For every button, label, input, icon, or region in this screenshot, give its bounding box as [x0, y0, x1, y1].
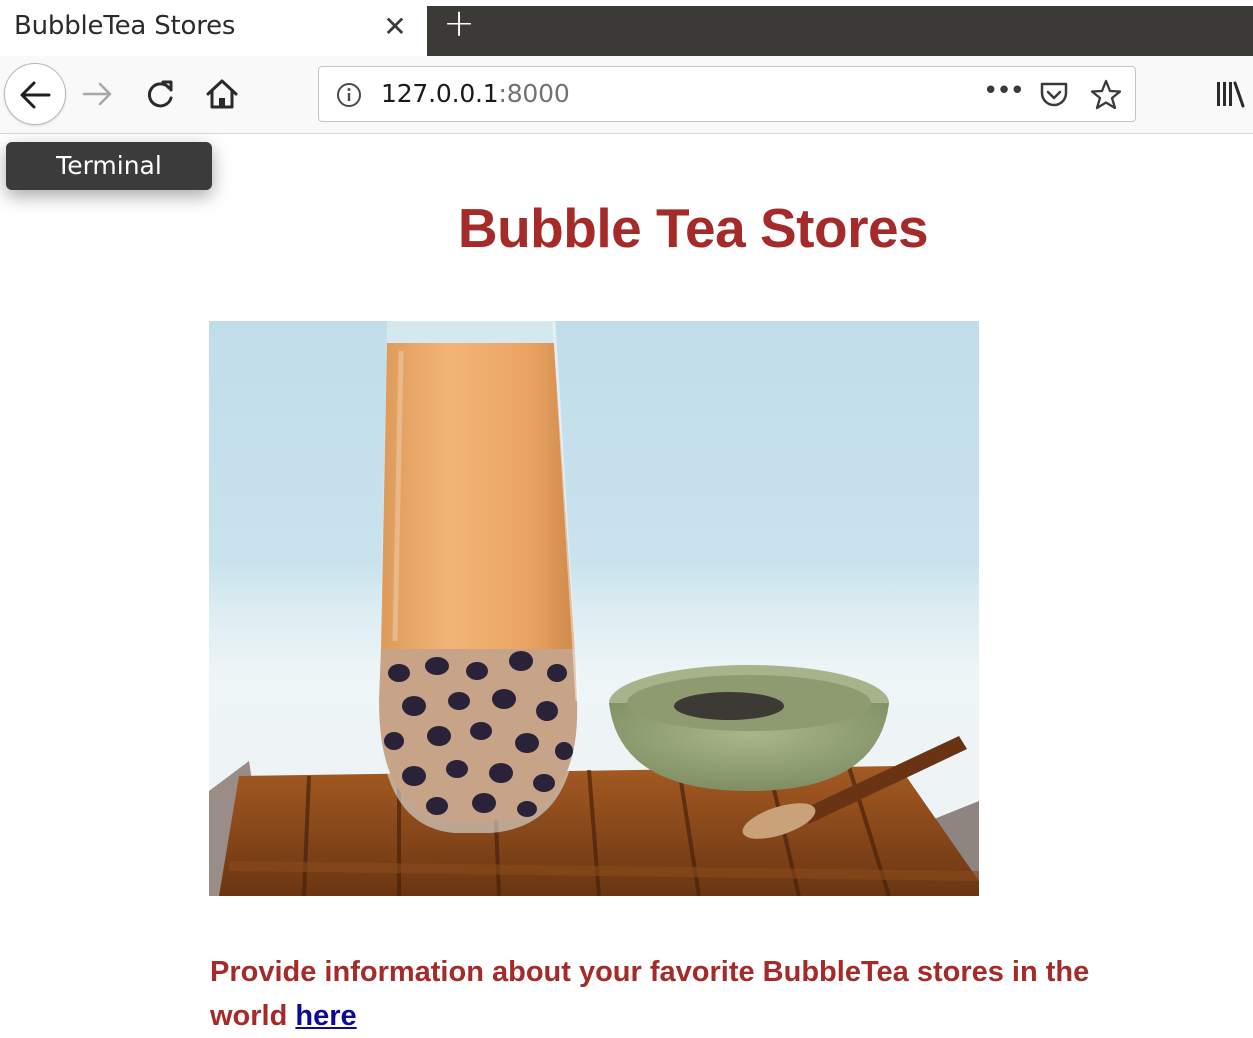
reload-button[interactable]: [142, 76, 178, 112]
navigation-toolbar: 127.0.0.1:8000 •••: [0, 56, 1253, 134]
page-title: Bubble Tea Stores: [457, 197, 929, 259]
reload-icon: [147, 80, 173, 108]
home-icon: [206, 79, 238, 109]
url-bar[interactable]: 127.0.0.1:8000 •••: [318, 66, 1136, 122]
url-port: :8000: [498, 79, 570, 108]
terminal-tooltip: Terminal: [6, 142, 212, 190]
tab-strip-background: [427, 6, 1253, 56]
page-actions-icon[interactable]: •••: [983, 73, 1025, 113]
forward-button[interactable]: [80, 76, 116, 112]
intro-paragraph: Provide information about your favorite …: [210, 950, 1170, 1038]
close-tab-icon[interactable]: ✕: [381, 10, 409, 44]
bookmark-star-icon[interactable]: [1089, 78, 1123, 112]
url-host: 127.0.0.1: [381, 79, 499, 108]
back-arrow-icon: [20, 81, 51, 109]
bubble-tea-image: [209, 321, 979, 896]
library-icon[interactable]: [1212, 76, 1248, 112]
tab-title: BubbleTea Stores: [14, 11, 236, 41]
url-text[interactable]: 127.0.0.1:8000: [381, 79, 570, 108]
new-tab-button[interactable]: +: [441, 4, 477, 42]
tab-strip: BubbleTea Stores ✕ +: [0, 0, 1253, 56]
home-button[interactable]: [204, 76, 240, 112]
forward-arrow-icon: [82, 82, 112, 106]
here-link[interactable]: here: [295, 1000, 356, 1032]
pocket-icon[interactable]: [1037, 79, 1071, 111]
back-button[interactable]: [4, 63, 66, 125]
site-info-icon[interactable]: [335, 81, 363, 109]
tab-bubbletea-stores[interactable]: BubbleTea Stores ✕: [0, 0, 427, 56]
